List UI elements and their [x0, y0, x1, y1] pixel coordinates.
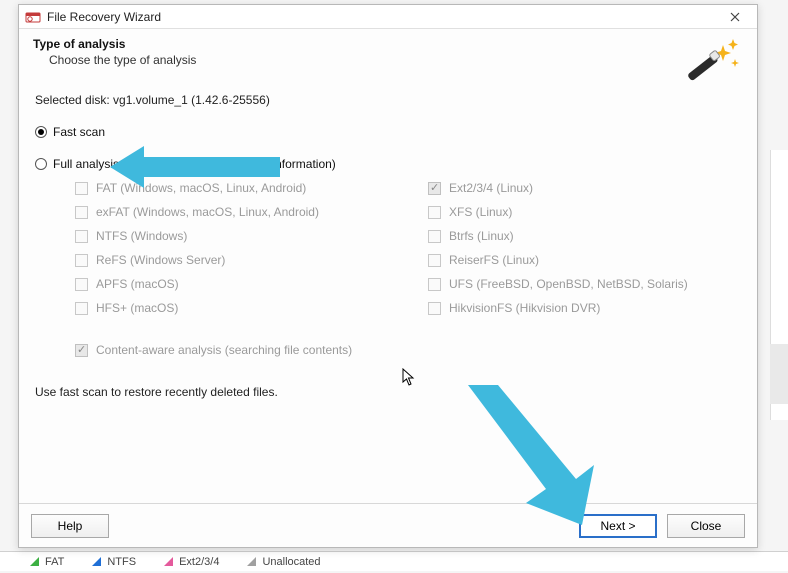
fs-checkbox-reiserfs[interactable]: ReiserFS (Linux)	[428, 253, 741, 267]
legend-unallocated: Unallocated	[247, 556, 320, 568]
selected-disk-label: Selected disk: vg1.volume_1 (1.42.6-2555…	[35, 93, 741, 107]
fs-checkbox-ufs[interactable]: UFS (FreeBSD, OpenBSD, NetBSD, Solaris)	[428, 277, 741, 291]
legend-fat: FAT	[30, 556, 64, 568]
legend-ntfs: NTFS	[92, 556, 136, 568]
help-button[interactable]: Help	[31, 514, 109, 538]
fast-scan-label: Fast scan	[53, 125, 105, 139]
cursor-icon	[402, 368, 416, 389]
full-analysis-label: Full analysis (searching for any availab…	[53, 157, 336, 171]
fast-scan-radio[interactable]: Fast scan	[35, 125, 741, 139]
radio-icon	[35, 126, 47, 138]
content-aware-checkbox[interactable]: Content-aware analysis (searching file c…	[75, 343, 741, 357]
button-bar: Help Next > Close	[19, 503, 757, 547]
filesystem-grid: FAT (Windows, macOS, Linux, Android) Ext…	[75, 181, 741, 315]
hint-text: Use fast scan to restore recently delete…	[35, 385, 741, 399]
status-bar: FAT NTFS Ext2/3/4 Unallocated	[0, 551, 788, 571]
fs-checkbox-xfs[interactable]: XFS (Linux)	[428, 205, 741, 219]
fs-checkbox-exfat[interactable]: exFAT (Windows, macOS, Linux, Android)	[75, 205, 388, 219]
fs-checkbox-fat[interactable]: FAT (Windows, macOS, Linux, Android)	[75, 181, 388, 195]
fs-checkbox-ext[interactable]: Ext2/3/4 (Linux)	[428, 181, 741, 195]
fs-checkbox-hfsplus[interactable]: HFS+ (macOS)	[75, 301, 388, 315]
legend-ext: Ext2/3/4	[164, 556, 219, 568]
fs-checkbox-refs[interactable]: ReFS (Windows Server)	[75, 253, 388, 267]
fs-checkbox-apfs[interactable]: APFS (macOS)	[75, 277, 388, 291]
page-subtitle: Choose the type of analysis	[49, 53, 687, 67]
fs-checkbox-btrfs[interactable]: Btrfs (Linux)	[428, 229, 741, 243]
app-icon	[25, 9, 41, 25]
fs-checkbox-hikvisionfs[interactable]: HikvisionFS (Hikvision DVR)	[428, 301, 741, 315]
next-button[interactable]: Next >	[579, 514, 657, 538]
window-close-button[interactable]	[717, 7, 753, 27]
close-button[interactable]: Close	[667, 514, 745, 538]
window-title: File Recovery Wizard	[47, 10, 717, 24]
titlebar: File Recovery Wizard	[19, 5, 757, 29]
full-analysis-radio[interactable]: Full analysis (searching for any availab…	[35, 157, 741, 171]
radio-icon	[35, 158, 47, 170]
fs-checkbox-ntfs[interactable]: NTFS (Windows)	[75, 229, 388, 243]
page-title: Type of analysis	[33, 37, 687, 51]
wizard-wand-icon	[687, 37, 743, 85]
file-recovery-wizard-dialog: File Recovery Wizard Type of analysis Ch…	[18, 4, 758, 548]
